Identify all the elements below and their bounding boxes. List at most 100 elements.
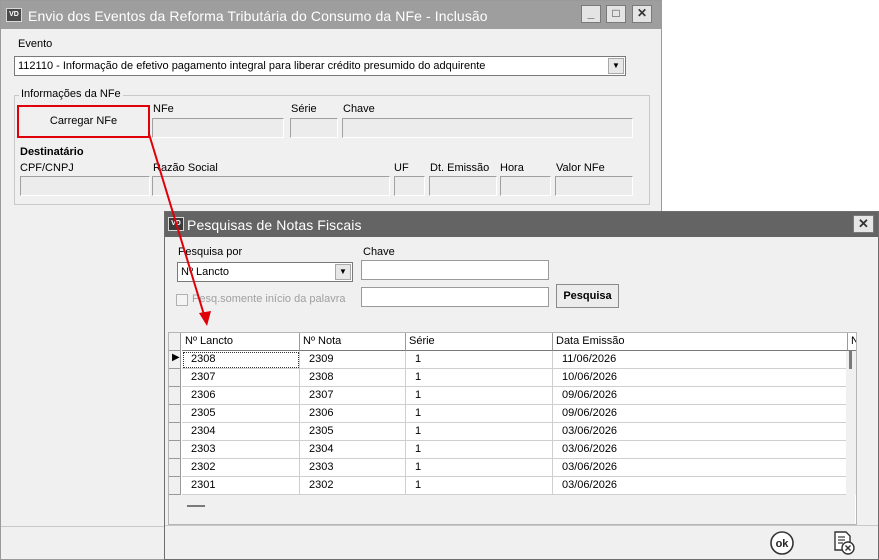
- dialog-title: Pesquisas de Notas Fiscais: [187, 217, 362, 233]
- cell-data[interactable]: 03/06/2026: [553, 477, 848, 495]
- cell-lancto[interactable]: 2305: [182, 405, 300, 423]
- cell-data[interactable]: 03/06/2026: [553, 459, 848, 477]
- nfe-field[interactable]: [152, 118, 284, 138]
- col-header-data-emissao[interactable]: Data Emissão: [553, 333, 848, 351]
- chevron-down-icon[interactable]: ▼: [335, 264, 351, 280]
- cell-nota[interactable]: 2304: [300, 441, 406, 459]
- cpf-cnpj-field[interactable]: [20, 176, 150, 196]
- search-button[interactable]: Pesquisa: [556, 284, 619, 308]
- notes-grid[interactable]: Nº Lancto Nº Nota Série Data Emissão N ▶…: [168, 332, 857, 525]
- cell-data[interactable]: 11/06/2026: [553, 351, 848, 369]
- table-row[interactable]: 23052306109/06/20262(: [169, 405, 856, 423]
- evento-label: Evento: [18, 38, 53, 50]
- cell-lancto[interactable]: 2308: [182, 351, 300, 369]
- cell-nota[interactable]: 2306: [300, 405, 406, 423]
- hora-field[interactable]: [500, 176, 551, 196]
- col-header-extra[interactable]: N: [848, 333, 856, 351]
- dt-emissao-field[interactable]: [429, 176, 497, 196]
- dialog-chave-label: Chave: [363, 246, 395, 258]
- cell-nota[interactable]: 2305: [300, 423, 406, 441]
- row-indicator[interactable]: [169, 369, 181, 387]
- table-row[interactable]: 2304 2305 1 03/06/2026: [169, 423, 856, 441]
- hora-label: Hora: [500, 162, 524, 174]
- cell-data[interactable]: 03/06/2026: [553, 441, 848, 459]
- table-row[interactable]: 23032304103/06/20260.: [169, 441, 856, 459]
- current-row-indicator[interactable]: ▶: [169, 351, 181, 369]
- row-indicator[interactable]: [169, 387, 181, 405]
- cell-lancto[interactable]: 2304: [182, 423, 300, 441]
- row-indicator[interactable]: [169, 441, 181, 459]
- cell-lancto[interactable]: 2306: [182, 387, 300, 405]
- minimize-button[interactable]: _: [581, 5, 601, 23]
- cell-data[interactable]: 03/06/2026: [553, 423, 848, 441]
- ok-icon[interactable]: ok: [769, 530, 795, 556]
- valor-nfe-label: Valor NFe: [556, 162, 605, 174]
- chevron-down-icon[interactable]: ▼: [608, 58, 624, 74]
- table-row[interactable]: 23072308110/06/20261(: [169, 369, 856, 387]
- cell-nota[interactable]: 2308: [300, 369, 406, 387]
- dialog-titlebar[interactable]: VD Pesquisas de Notas Fiscais ✕: [165, 212, 878, 237]
- cell-data[interactable]: 09/06/2026: [553, 387, 848, 405]
- col-header-lancto[interactable]: Nº Lancto: [182, 333, 300, 351]
- table-row[interactable]: ▶ 2308 2309 1 11/06/2026: [169, 351, 856, 369]
- cell-lancto[interactable]: 2301: [182, 477, 300, 495]
- cell-serie[interactable]: 1: [406, 351, 553, 369]
- cell-nota[interactable]: 2309: [300, 351, 406, 369]
- row-indicator[interactable]: [169, 459, 181, 477]
- serie-label: Série: [291, 103, 317, 115]
- chave-field[interactable]: [342, 118, 633, 138]
- main-titlebar[interactable]: VD Envio dos Eventos da Reforma Tributár…: [1, 1, 661, 29]
- close-button[interactable]: ✕: [632, 5, 652, 23]
- cancel-document-icon[interactable]: [830, 530, 856, 556]
- row-indicator[interactable]: [169, 405, 181, 423]
- pesquisa-por-value: Nº Lancto: [181, 266, 230, 278]
- table-row[interactable]: 23012302103/06/20260.: [169, 477, 856, 495]
- cell-data[interactable]: 09/06/2026: [553, 405, 848, 423]
- cell-lancto[interactable]: 2302: [182, 459, 300, 477]
- serie-field[interactable]: [290, 118, 338, 138]
- grid-header: Nº Lancto Nº Nota Série Data Emissão N: [169, 333, 856, 351]
- table-row[interactable]: 23062307109/06/20260.: [169, 387, 856, 405]
- cell-nota[interactable]: 2302: [300, 477, 406, 495]
- chave-search-input[interactable]: [361, 260, 549, 280]
- cell-nota[interactable]: 2307: [300, 387, 406, 405]
- evento-select[interactable]: 112110 - Informação de efetivo pagamento…: [14, 56, 626, 76]
- maximize-button[interactable]: □: [606, 5, 626, 23]
- cell-serie[interactable]: 1: [406, 477, 553, 495]
- uf-field[interactable]: [394, 176, 425, 196]
- uf-label: UF: [394, 162, 409, 174]
- valor-nfe-field[interactable]: [555, 176, 633, 196]
- scroll-thumb[interactable]: [187, 505, 205, 507]
- cell-serie[interactable]: 1: [406, 459, 553, 477]
- starts-with-checkbox[interactable]: [176, 294, 188, 306]
- cell-serie[interactable]: 1: [406, 441, 553, 459]
- triangle-right-icon: ▶: [172, 352, 180, 363]
- dt-emissao-label: Dt. Emissão: [430, 162, 490, 174]
- scroll-thumb[interactable]: [849, 351, 852, 369]
- cpf-cnpj-label: CPF/CNPJ: [20, 162, 74, 174]
- cell-serie[interactable]: 1: [406, 387, 553, 405]
- col-header-nota[interactable]: Nº Nota: [300, 333, 406, 351]
- cell-serie[interactable]: 1: [406, 405, 553, 423]
- nfe-info-group-title: Informações da NFe: [19, 88, 123, 100]
- row-indicator[interactable]: [169, 477, 181, 495]
- cell-lancto[interactable]: 2303: [182, 441, 300, 459]
- col-header-serie[interactable]: Série: [406, 333, 553, 351]
- cell-data[interactable]: 10/06/2026: [553, 369, 848, 387]
- search-term-input[interactable]: [361, 287, 549, 307]
- horizontal-scrollbar[interactable]: [169, 495, 855, 524]
- app-icon: VD: [168, 217, 184, 231]
- cell-nota[interactable]: 2303: [300, 459, 406, 477]
- pesquisa-por-select[interactable]: Nº Lancto ▼: [177, 262, 353, 282]
- razao-social-field[interactable]: [152, 176, 390, 196]
- row-indicator[interactable]: [169, 423, 181, 441]
- table-row[interactable]: 23022303103/06/20260.: [169, 459, 856, 477]
- close-button[interactable]: ✕: [853, 215, 874, 233]
- vertical-scrollbar[interactable]: [846, 351, 856, 495]
- nfe-label: NFe: [153, 103, 174, 115]
- grid-corner: [169, 333, 181, 351]
- cell-serie[interactable]: 1: [406, 369, 553, 387]
- load-nfe-button[interactable]: Carregar NFe: [17, 105, 150, 138]
- cell-lancto[interactable]: 2307: [182, 369, 300, 387]
- cell-serie[interactable]: 1: [406, 423, 553, 441]
